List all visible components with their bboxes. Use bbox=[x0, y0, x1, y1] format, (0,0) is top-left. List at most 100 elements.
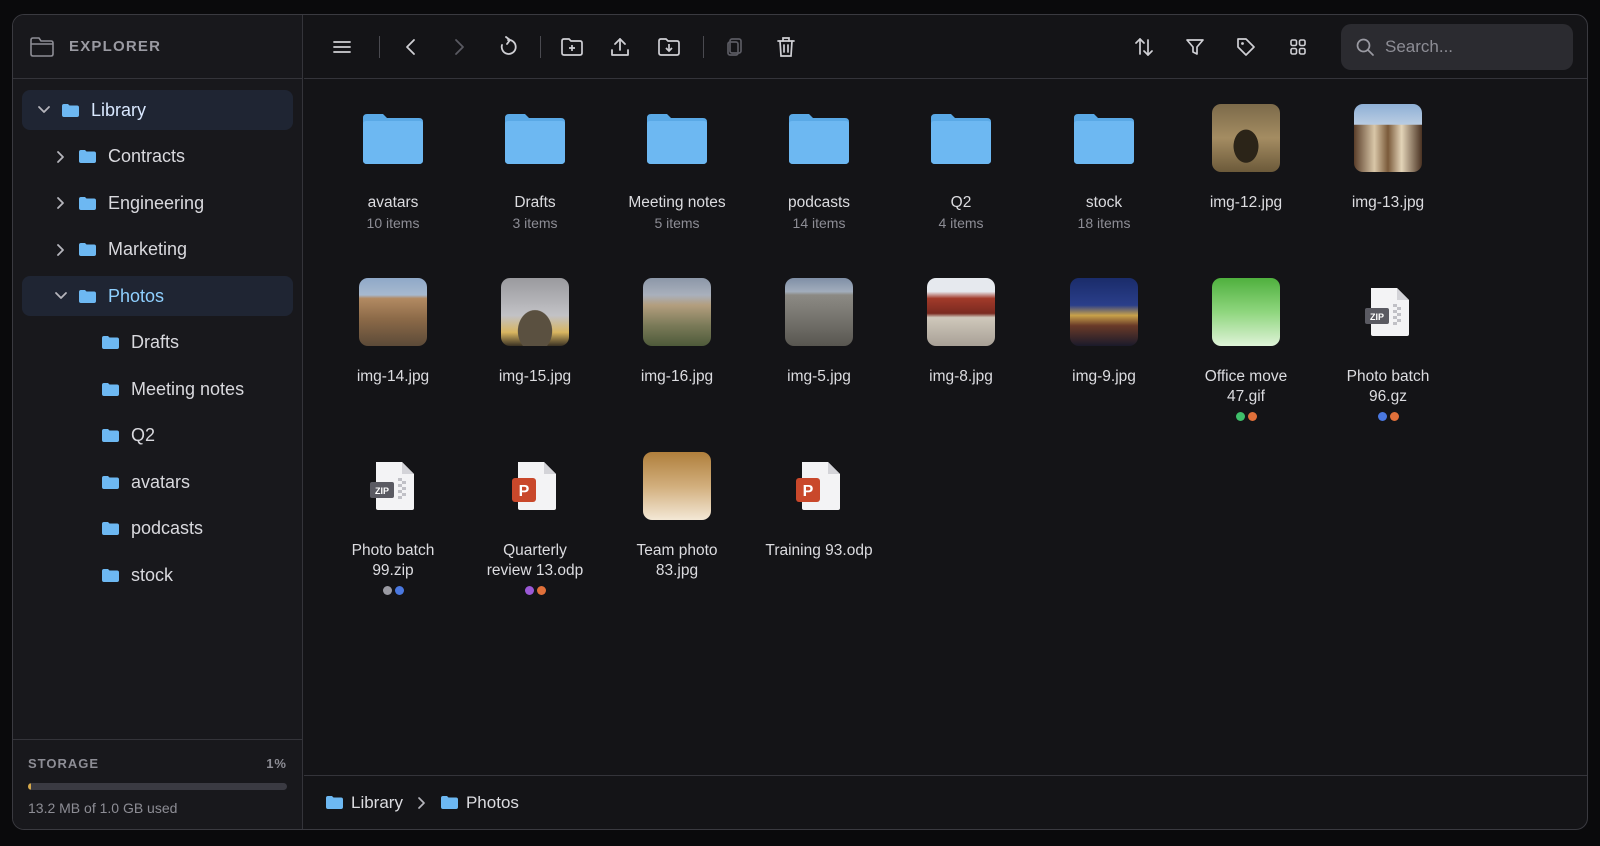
tag-icon[interactable] bbox=[1231, 32, 1261, 62]
folder-icon bbox=[789, 114, 849, 164]
storage-bar bbox=[28, 783, 287, 790]
item-name: img-14.jpg bbox=[356, 368, 430, 385]
search-input[interactable] bbox=[1385, 37, 1555, 57]
trash-icon[interactable] bbox=[771, 32, 801, 62]
item-count: 4 items bbox=[938, 215, 984, 231]
forward-icon[interactable] bbox=[444, 32, 474, 62]
sidebar-title: EXPLORER bbox=[69, 38, 162, 55]
sidebar-item-meeting-notes[interactable]: Meeting notes bbox=[22, 369, 293, 409]
file-item[interactable]: img-12.jpg bbox=[1176, 91, 1316, 213]
sidebar-item-photos[interactable]: Photos bbox=[22, 276, 293, 316]
upload-icon[interactable] bbox=[605, 32, 635, 62]
file-item[interactable]: img-9.jpg bbox=[1034, 265, 1174, 387]
tag-dot bbox=[1389, 412, 1399, 421]
breadcrumb-item-library[interactable]: Library bbox=[326, 793, 403, 813]
file-item[interactable]: img-14.jpg bbox=[323, 265, 463, 387]
sidebar-header: EXPLORER bbox=[13, 15, 302, 79]
item-name: Drafts bbox=[514, 194, 556, 211]
menu-icon[interactable] bbox=[327, 32, 357, 62]
folder-icon bbox=[326, 796, 343, 809]
item-thumbnail: ZIP bbox=[1318, 265, 1458, 359]
file-item[interactable]: P Training 93.odp bbox=[749, 439, 889, 561]
filter-icon[interactable] bbox=[1180, 32, 1210, 62]
item-thumbnail bbox=[1176, 265, 1316, 359]
folder-item[interactable]: podcasts 14 items bbox=[749, 91, 889, 231]
copy-icon[interactable] bbox=[720, 32, 750, 62]
sidebar-item-podcasts[interactable]: podcasts bbox=[22, 509, 293, 549]
file-item[interactable]: ZIP Photo batch 96.gz bbox=[1318, 265, 1458, 421]
file-item[interactable]: img-5.jpg bbox=[749, 265, 889, 387]
storage-used-text: 13.2 MB of 1.0 GB used bbox=[28, 800, 178, 816]
zip-file-icon: ZIP bbox=[370, 462, 414, 510]
chevron-right-icon[interactable] bbox=[53, 195, 69, 211]
sidebar-item-engineering[interactable]: Engineering bbox=[22, 183, 293, 223]
presentation-file-icon: P bbox=[512, 462, 556, 510]
sidebar-item-avatars[interactable]: avatars bbox=[22, 462, 293, 502]
grid-view-icon[interactable] bbox=[1283, 32, 1313, 62]
file-item[interactable]: ZIP Photo batch 99.zip bbox=[323, 439, 463, 595]
file-item[interactable]: img-8.jpg bbox=[891, 265, 1031, 387]
sidebar-item-label: stock bbox=[131, 564, 174, 585]
sidebar-item-stock[interactable]: stock bbox=[22, 555, 293, 595]
file-item[interactable]: Office move 47.gif bbox=[1176, 265, 1316, 421]
item-thumbnail bbox=[891, 91, 1031, 185]
file-item[interactable]: img-16.jpg bbox=[607, 265, 747, 387]
sidebar-item-marketing[interactable]: Marketing bbox=[22, 230, 293, 270]
file-item[interactable]: Team photo 83.jpg bbox=[607, 439, 747, 581]
item-name: img-9.jpg bbox=[1072, 368, 1136, 385]
item-thumbnail: P bbox=[465, 439, 605, 533]
item-count: 14 items bbox=[792, 215, 846, 231]
toolbar bbox=[304, 15, 1587, 79]
search-box[interactable] bbox=[1341, 24, 1573, 70]
item-thumbnail bbox=[465, 265, 605, 359]
sidebar-item-library[interactable]: Library bbox=[22, 90, 293, 130]
folder-item[interactable]: Meeting notes 5 items bbox=[607, 91, 747, 231]
chevron-right-icon[interactable] bbox=[53, 242, 69, 258]
item-count: 5 items bbox=[654, 215, 700, 231]
storage-percent: 1% bbox=[266, 756, 287, 771]
chevron-down-icon[interactable] bbox=[53, 288, 69, 304]
item-thumbnail bbox=[607, 265, 747, 359]
item-thumbnail bbox=[749, 91, 889, 185]
thumbnail-image bbox=[501, 278, 569, 346]
folder-item[interactable]: Drafts 3 items bbox=[465, 91, 605, 231]
zip-file-icon: ZIP bbox=[1365, 288, 1409, 336]
storage-panel: STORAGE 1% 13.2 MB of 1.0 GB used bbox=[13, 739, 302, 829]
folder-icon bbox=[363, 114, 423, 164]
chevron-down-icon[interactable] bbox=[36, 102, 52, 118]
item-thumbnail bbox=[1034, 265, 1174, 359]
chevron-right-icon[interactable] bbox=[53, 149, 69, 165]
folder-item[interactable]: Q2 4 items bbox=[891, 91, 1031, 231]
sidebar-item-contracts[interactable]: Contracts bbox=[22, 137, 293, 177]
sidebar-item-label: Contracts bbox=[108, 146, 186, 166]
svg-text:ZIP: ZIP bbox=[1370, 312, 1384, 322]
item-thumbnail bbox=[607, 91, 747, 185]
folder-icon bbox=[79, 243, 96, 256]
folder-icon bbox=[440, 796, 458, 809]
new-folder-icon[interactable] bbox=[557, 32, 587, 62]
file-item[interactable]: P Quarterly review 13.odp bbox=[465, 439, 605, 595]
sidebar-item-q2[interactable]: Q2 bbox=[22, 416, 293, 456]
storage-label: STORAGE bbox=[28, 756, 100, 771]
thumbnail-image bbox=[785, 278, 853, 346]
tag-dots bbox=[323, 586, 463, 595]
sidebar-item-drafts[interactable]: Drafts bbox=[22, 323, 293, 363]
download-folder-icon[interactable] bbox=[654, 32, 684, 62]
thumbnail-image bbox=[1354, 104, 1422, 172]
folder-icon bbox=[79, 289, 96, 303]
breadcrumb-item-photos[interactable]: Photos bbox=[440, 793, 519, 813]
sort-icon[interactable] bbox=[1129, 32, 1159, 62]
item-thumbnail: ZIP bbox=[323, 439, 463, 533]
folder-icon bbox=[102, 522, 119, 535]
folder-item[interactable]: stock 18 items bbox=[1034, 91, 1174, 231]
folder-item[interactable]: avatars 10 items bbox=[323, 91, 463, 231]
file-item[interactable]: img-15.jpg bbox=[465, 265, 605, 387]
svg-text:ZIP: ZIP bbox=[375, 486, 389, 496]
file-item[interactable]: img-13.jpg bbox=[1318, 91, 1458, 213]
refresh-icon[interactable] bbox=[492, 32, 522, 62]
storage-bar-fill bbox=[28, 783, 32, 790]
item-name: img-13.jpg bbox=[1351, 194, 1425, 211]
item-name: Office move 47.gif bbox=[1204, 368, 1288, 405]
back-icon[interactable] bbox=[396, 32, 426, 62]
item-name: Q2 bbox=[950, 194, 972, 211]
